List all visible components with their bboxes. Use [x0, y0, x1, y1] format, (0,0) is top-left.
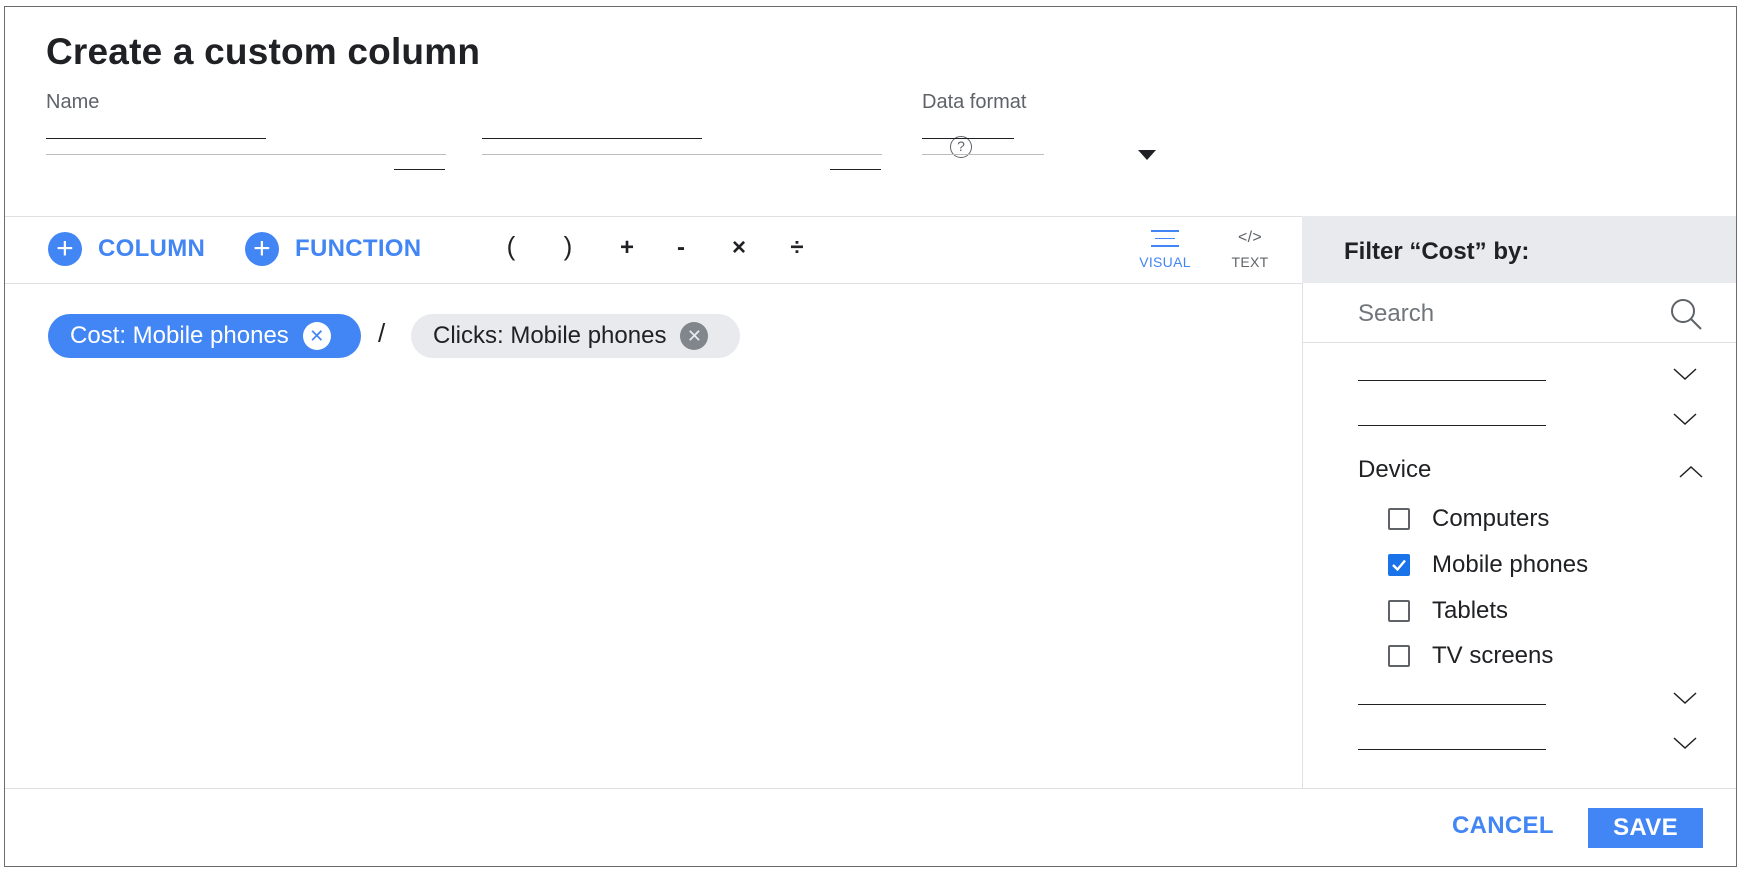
formula-operator: / — [378, 318, 386, 348]
chip-label: Cost: Mobile phones — [70, 322, 289, 349]
filter-group-collapsed[interactable] — [1358, 405, 1698, 435]
divide-operator-button[interactable]: ÷ — [785, 234, 809, 262]
dialog-title: Create a custom column — [46, 31, 481, 72]
checkbox-unchecked[interactable] — [1388, 600, 1410, 622]
search-divider — [1302, 342, 1736, 343]
footer-divider — [5, 788, 1736, 789]
plus-icon: + — [48, 232, 82, 266]
visual-mode-toggle[interactable]: VISUAL — [1130, 228, 1200, 270]
formula-counter-line — [830, 169, 881, 170]
filter-group-collapsed[interactable] — [1358, 684, 1698, 714]
formula-field[interactable] — [482, 120, 882, 158]
filter-panel-title: Filter “Cost” by: — [1344, 238, 1530, 265]
text-mode-toggle[interactable]: </> TEXT — [1215, 228, 1285, 270]
formula-chip-cost[interactable]: Cost: Mobile phones ✕ — [48, 314, 361, 358]
formula-field-underline — [482, 154, 882, 155]
data-format-value-line — [922, 138, 1014, 139]
dropdown-caret-icon[interactable] — [1138, 150, 1156, 160]
checkbox-unchecked[interactable] — [1388, 645, 1410, 667]
option-label: TV screens — [1432, 642, 1554, 669]
filter-group-collapsed[interactable] — [1358, 729, 1698, 759]
save-button[interactable]: SAVE — [1588, 808, 1703, 848]
add-function-label: FUNCTION — [295, 235, 422, 262]
name-placeholder-line — [46, 138, 266, 139]
filter-option-mobile-phones[interactable]: Mobile phones — [1388, 550, 1588, 580]
chevron-down-icon — [1673, 413, 1697, 426]
data-format-label: Data format — [922, 91, 1027, 113]
plus-icon: + — [245, 232, 279, 266]
filter-group-device[interactable]: Device — [1358, 456, 1431, 484]
checkbox-unchecked[interactable] — [1388, 508, 1410, 530]
panel-divider — [1302, 216, 1303, 788]
chevron-down-icon — [1673, 737, 1697, 750]
text-mode-label: TEXT — [1231, 254, 1269, 270]
name-field[interactable] — [46, 120, 446, 158]
code-icon: </> — [1237, 229, 1263, 246]
name-field-underline — [46, 154, 446, 155]
name-field-label: Name — [46, 91, 100, 113]
chevron-up-icon[interactable] — [1678, 464, 1704, 480]
filter-option-computers[interactable]: Computers — [1388, 504, 1549, 534]
chevron-down-icon — [1673, 692, 1697, 705]
add-column-label: COLUMN — [98, 235, 206, 262]
option-label: Tablets — [1432, 597, 1509, 624]
toolbar-divider — [5, 283, 1302, 284]
minus-operator-button[interactable]: - — [669, 234, 693, 262]
group-placeholder-line — [1358, 704, 1546, 705]
chevron-down-icon — [1673, 368, 1697, 381]
chip-label: Clicks: Mobile phones — [433, 322, 667, 349]
remove-chip-icon[interactable]: ✕ — [302, 322, 331, 350]
multiply-operator-button[interactable]: × — [727, 234, 751, 262]
filter-option-tablets[interactable]: Tablets — [1388, 596, 1508, 626]
option-label: Mobile phones — [1432, 551, 1589, 578]
remove-chip-icon[interactable]: ✕ — [680, 322, 709, 350]
data-format-select[interactable] — [922, 120, 1044, 158]
group-placeholder-line — [1358, 749, 1546, 750]
formula-placeholder-line — [482, 138, 702, 139]
visual-mode-label: VISUAL — [1139, 254, 1191, 270]
option-label: Computers — [1432, 505, 1550, 532]
group-placeholder-line — [1358, 380, 1546, 381]
lines-icon — [1130, 228, 1200, 254]
close-paren-button[interactable]: ) — [556, 231, 580, 262]
filter-group-collapsed[interactable] — [1358, 360, 1698, 390]
formula-chip-clicks[interactable]: Clicks: Mobile phones ✕ — [411, 314, 740, 358]
group-placeholder-line — [1358, 425, 1546, 426]
filter-option-tv-screens[interactable]: TV screens — [1388, 641, 1553, 671]
checkmark-icon — [1392, 559, 1406, 572]
add-function-button[interactable]: + FUNCTION — [245, 231, 421, 267]
data-format-underline — [922, 154, 1044, 155]
add-column-button[interactable]: + COLUMN — [48, 231, 205, 267]
open-paren-button[interactable]: ( — [499, 231, 523, 262]
cancel-button[interactable]: CANCEL — [1452, 812, 1554, 840]
plus-operator-button[interactable]: + — [615, 234, 639, 262]
search-icon[interactable] — [1668, 296, 1704, 332]
name-counter-line — [394, 169, 445, 170]
checkbox-checked[interactable] — [1388, 554, 1410, 576]
filter-search-input[interactable] — [1358, 296, 1658, 332]
